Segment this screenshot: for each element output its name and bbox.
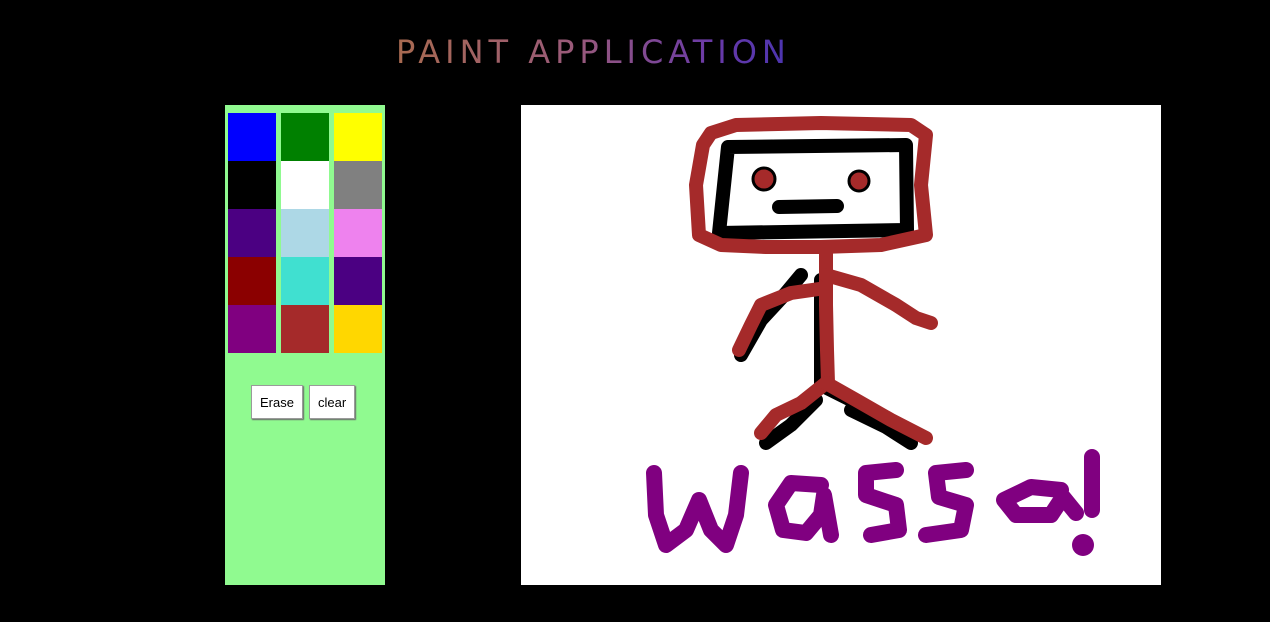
page-title: PAINT APPLICATION: [396, 33, 791, 71]
handwriting-strokes: [646, 449, 1100, 553]
letter-s-2: [918, 462, 974, 543]
letter-a-2: [996, 479, 1084, 523]
color-swatch-indigo[interactable]: [228, 209, 276, 257]
color-swatch-indigo-2[interactable]: [334, 257, 382, 305]
right-eye: [847, 169, 871, 193]
color-swatch-turquoise[interactable]: [281, 257, 329, 305]
color-swatch-gray[interactable]: [334, 161, 382, 209]
canvas-drawing: [646, 116, 1100, 556]
right-arm-stroke: [819, 268, 938, 330]
drawing-canvas[interactable]: [521, 105, 1161, 585]
color-swatch-green[interactable]: [281, 113, 329, 161]
head-inner-outline: [712, 138, 914, 240]
color-swatch-darkred[interactable]: [228, 257, 276, 305]
color-swatch-gold[interactable]: [334, 305, 382, 353]
letter-w: [646, 465, 749, 553]
color-swatch-lightblue[interactable]: [281, 209, 329, 257]
paint-app: PAINT APPLICATION Erase clear: [0, 0, 1270, 622]
letter-a: [768, 475, 839, 543]
color-swatch-blue[interactable]: [228, 113, 276, 161]
exclamation-dot: [1072, 534, 1094, 556]
left-eye: [751, 166, 777, 192]
clear-button[interactable]: clear: [308, 385, 356, 419]
erase-button[interactable]: Erase: [251, 385, 303, 419]
color-palette-panel: Erase clear: [225, 105, 385, 585]
color-swatch-white[interactable]: [281, 161, 329, 209]
color-swatch-yellow[interactable]: [334, 113, 382, 161]
color-swatch-violet[interactable]: [334, 209, 382, 257]
color-swatch-brown[interactable]: [281, 305, 329, 353]
color-swatch-purple[interactable]: [228, 305, 276, 353]
color-swatch-grid: [228, 113, 382, 353]
letter-s-1: [858, 462, 907, 543]
smile-stroke: [772, 199, 844, 214]
tool-buttons: Erase clear: [251, 385, 356, 419]
color-swatch-black[interactable]: [228, 161, 276, 209]
